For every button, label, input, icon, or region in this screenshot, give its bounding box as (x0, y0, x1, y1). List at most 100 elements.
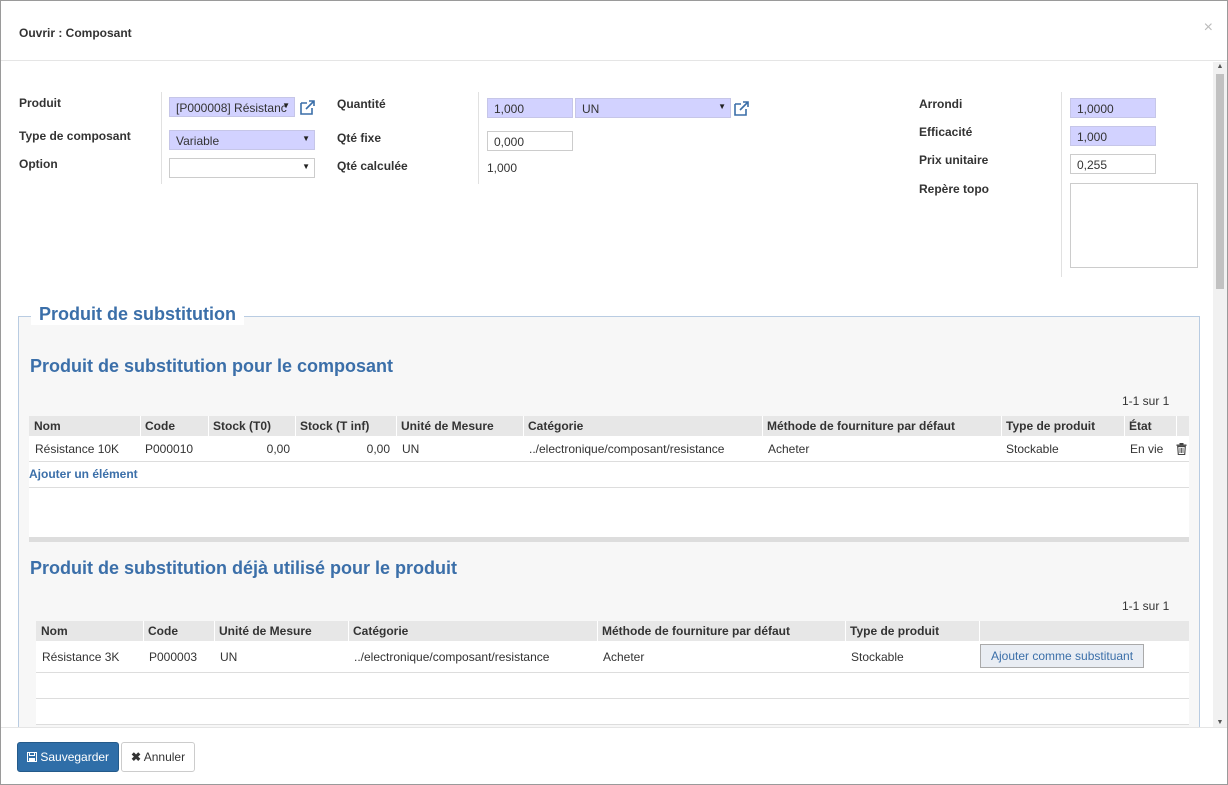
column-divider (1176, 416, 1177, 436)
column-divider (396, 416, 397, 436)
cell-stock-tinf: 0,00 (366, 442, 390, 456)
cell-methode: Acheter (768, 442, 810, 456)
column-divider (208, 416, 209, 436)
qte-calculee-value: 1,000 (487, 161, 518, 175)
chevron-down-icon: ▼ (282, 101, 290, 110)
col-type[interactable]: Type de produit (1006, 419, 1095, 433)
column-divider (523, 416, 524, 436)
col-nom[interactable]: Nom (34, 419, 61, 433)
type-composant-value: Variable (176, 134, 220, 148)
dialog: Ouvrir : Composant × Produit Type de com… (0, 0, 1228, 785)
cell-categorie: ../electronique/composant/resistance (529, 442, 725, 456)
repere-topo-label: Repère topo (919, 182, 990, 196)
cell-nom: Résistance 10K (35, 442, 120, 456)
efficacite-label: Efficacité (919, 125, 973, 139)
column-divider (845, 621, 846, 641)
scroll-up-icon[interactable]: ▲ (1216, 63, 1224, 70)
column-separator (478, 92, 479, 184)
option-label: Option (19, 157, 58, 171)
table-row[interactable]: Résistance 10K P000010 0,00 0,00 UN ../e… (29, 436, 1189, 462)
floppy-disk-icon (27, 752, 37, 762)
col-stock-tinf[interactable]: Stock (T inf) (300, 419, 369, 433)
col-nom[interactable]: Nom (41, 624, 68, 638)
uom-value: UN (582, 102, 600, 116)
qte-calculee-label: Qté calculée (337, 159, 408, 173)
prix-unitaire-input[interactable]: 0,255 (1070, 154, 1156, 174)
dialog-header: Ouvrir : Composant × (1, 1, 1227, 61)
col-stock-t0[interactable]: Stock (T0) (213, 419, 271, 433)
dialog-body: Produit Type de composant Option [P00000… (1, 62, 1213, 727)
column-divider (1124, 416, 1125, 436)
external-link-icon[interactable] (299, 99, 316, 116)
column-divider (295, 416, 296, 436)
section2-table-header: Nom Code Unité de Mesure Catégorie Métho… (36, 621, 1189, 641)
col-type[interactable]: Type de produit (850, 624, 939, 638)
type-composant-select[interactable]: Variable ▼ (169, 130, 315, 150)
produit-select-value: [P000008] Résistanc (176, 101, 287, 115)
scrollbar-thumb[interactable] (1216, 74, 1224, 289)
section1-title: Produit de substitution pour le composan… (30, 356, 393, 376)
cell-stock-t0: 0,00 (266, 442, 290, 456)
repere-topo-textarea[interactable] (1070, 183, 1198, 268)
cell-categorie: ../electronique/composant/resistance (354, 650, 550, 664)
section2-pager: 1-1 sur 1 (1122, 599, 1170, 613)
col-methode[interactable]: Méthode de fourniture par défaut (767, 419, 955, 433)
empty-row (29, 513, 1189, 538)
empty-row (36, 699, 1189, 725)
type-composant-label: Type de composant (19, 129, 131, 143)
col-categorie[interactable]: Catégorie (353, 624, 408, 638)
chevron-down-icon: ▼ (302, 162, 310, 171)
table-row[interactable]: Résistance 3K P000003 UN ../electronique… (36, 641, 1189, 673)
cell-uom: UN (220, 650, 238, 664)
col-uom[interactable]: Unité de Mesure (219, 624, 312, 638)
col-categorie[interactable]: Catégorie (528, 419, 583, 433)
empty-row (36, 673, 1189, 699)
col-methode[interactable]: Méthode de fourniture par défaut (602, 624, 790, 638)
qte-fixe-input[interactable]: 0,000 (487, 131, 573, 151)
column-divider (140, 416, 141, 436)
arrondi-input[interactable]: 1,0000 (1070, 98, 1156, 118)
column-divider (979, 621, 980, 641)
vertical-scrollbar[interactable]: ▲ ▼ (1213, 62, 1227, 727)
trash-icon[interactable] (1176, 443, 1187, 455)
add-item-link[interactable]: Ajouter un élément (29, 467, 138, 481)
col-etat[interactable]: État (1129, 419, 1152, 433)
section1-table-header: Nom Code Stock (T0) Stock (T inf) Unité … (29, 416, 1189, 436)
column-divider (143, 621, 144, 641)
cancel-button[interactable]: ✖ Annuler (121, 742, 196, 772)
quantite-label: Quantité (337, 97, 386, 111)
column-divider (597, 621, 598, 641)
cell-uom: UN (402, 442, 420, 456)
column-separator (1061, 92, 1062, 277)
efficacite-input[interactable]: 1,000 (1070, 126, 1156, 146)
uom-select[interactable]: UN ▼ (575, 98, 731, 118)
section-divider (29, 537, 1189, 542)
quantite-input[interactable]: 1,000 (487, 98, 573, 118)
cell-type: Stockable (851, 650, 904, 664)
column-divider (1001, 416, 1002, 436)
col-uom[interactable]: Unité de Mesure (401, 419, 494, 433)
scroll-down-icon[interactable]: ▼ (1216, 719, 1224, 726)
chevron-down-icon: ▼ (718, 102, 726, 111)
column-divider (348, 621, 349, 641)
dialog-title: Ouvrir : Composant (19, 26, 132, 40)
cell-etat: En vie (1130, 442, 1164, 456)
save-button[interactable]: Sauvegarder (17, 742, 120, 772)
section1-pager: 1-1 sur 1 (1122, 394, 1170, 408)
col-code[interactable]: Code (145, 419, 175, 433)
prix-unitaire-label: Prix unitaire (919, 153, 989, 167)
cell-code: P000010 (145, 442, 194, 456)
external-link-icon[interactable] (733, 100, 750, 117)
column-divider (762, 416, 763, 436)
column-divider (214, 621, 215, 641)
option-select[interactable]: ▼ (169, 158, 315, 178)
add-item-row: Ajouter un élément (29, 462, 1189, 488)
produit-select[interactable]: [P000008] Résistanc ▼ (169, 97, 295, 117)
cell-methode: Acheter (603, 650, 645, 664)
close-icon[interactable]: × (1204, 19, 1213, 37)
col-code[interactable]: Code (148, 624, 178, 638)
cell-type: Stockable (1006, 442, 1059, 456)
add-as-substitute-button[interactable]: Ajouter comme substituant (980, 644, 1145, 668)
qte-fixe-label: Qté fixe (337, 131, 382, 145)
arrondi-label: Arrondi (919, 97, 963, 111)
